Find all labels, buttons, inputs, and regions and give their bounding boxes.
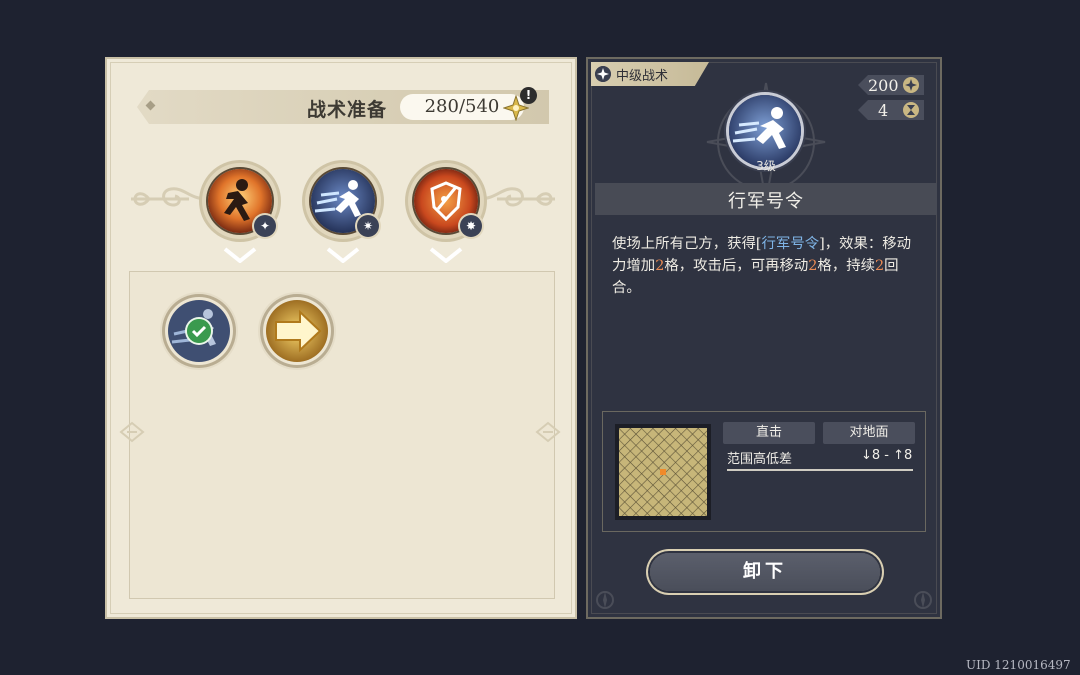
tactic-detail-panel: 中级战术 200 4 3级 行军号令 使场上所有己方，获得[行军号令]，效果：移… — [586, 57, 942, 619]
range-grid-map-icon — [619, 428, 707, 516]
tactics-inventory — [129, 271, 555, 599]
equipped-slot-2[interactable]: ✷ — [305, 163, 381, 239]
skill-name: 行军号令 — [728, 191, 804, 212]
range-height-label: 范围高低差 — [727, 452, 793, 467]
side-ornament-icon — [535, 421, 561, 443]
skill-description: 使场上所有己方，获得[行军号令]，效果：移动力增加2格，攻击后，可再移动2格，持… — [612, 233, 922, 299]
point-icon — [903, 77, 919, 93]
status-link[interactable]: 行军号令 — [762, 236, 820, 252]
tactics-prep-panel: 战术准备 280/540 ! ✦ ✷ ✸ — [105, 57, 577, 619]
right-scroll-ornament-icon — [478, 187, 555, 207]
desc-text: 使场上所有己方，获得[ — [612, 236, 762, 252]
inventory-item-golden-arrow[interactable] — [263, 297, 331, 365]
slot-1-badge-icon: ✦ — [254, 215, 276, 237]
turns-value: 4 — [878, 101, 889, 120]
range-grid — [615, 424, 711, 520]
slot-2-badge-icon: ✷ — [357, 215, 379, 237]
compass-icon — [595, 66, 611, 82]
skill-level: 3级 — [756, 159, 776, 173]
target-type-tag: 对地面 — [823, 422, 915, 444]
range-height-value: ↓8 - ↑8 — [861, 448, 913, 463]
chevron-down-icon — [326, 247, 360, 263]
slot-3-badge-icon: ✸ — [460, 215, 482, 237]
divider — [727, 469, 913, 471]
inventory-item-sprinter[interactable] — [165, 297, 233, 365]
rank-label: 中级战术 — [616, 69, 669, 84]
hourglass-icon — [903, 102, 919, 118]
desc-text: 格，攻击后，可再移动 — [664, 258, 809, 274]
side-ornament-icon — [119, 421, 145, 443]
unequip-button[interactable]: 卸下 — [650, 553, 880, 591]
panel-title: 战术准备 — [307, 99, 388, 121]
attack-type-tag: 直击 — [723, 422, 815, 444]
alert-icon[interactable]: ! — [520, 87, 537, 104]
desc-text: 格，持续 — [817, 258, 875, 274]
desc-number: 2 — [875, 258, 885, 274]
chevron-down-icon — [223, 247, 257, 263]
range-info-box: 直击 对地面 范围高低差 ↓8 - ↑8 — [602, 411, 926, 532]
left-scroll-ornament-icon — [131, 187, 208, 207]
checkmark-icon — [187, 319, 211, 343]
corner-ornament-icon — [914, 591, 932, 609]
uid-label: UID 1210016497 — [966, 658, 1071, 672]
skill-name-bar: 行军号令 — [595, 183, 937, 215]
golden-arrow-skill-icon — [266, 300, 328, 362]
equipped-slot-3[interactable]: ✸ — [408, 163, 484, 239]
equipped-slot-1[interactable]: ✦ — [202, 163, 278, 239]
corner-ornament-icon — [596, 591, 614, 609]
chevron-down-icon — [429, 247, 463, 263]
cost-value: 200 — [868, 76, 899, 95]
desc-number: 2 — [655, 258, 665, 274]
